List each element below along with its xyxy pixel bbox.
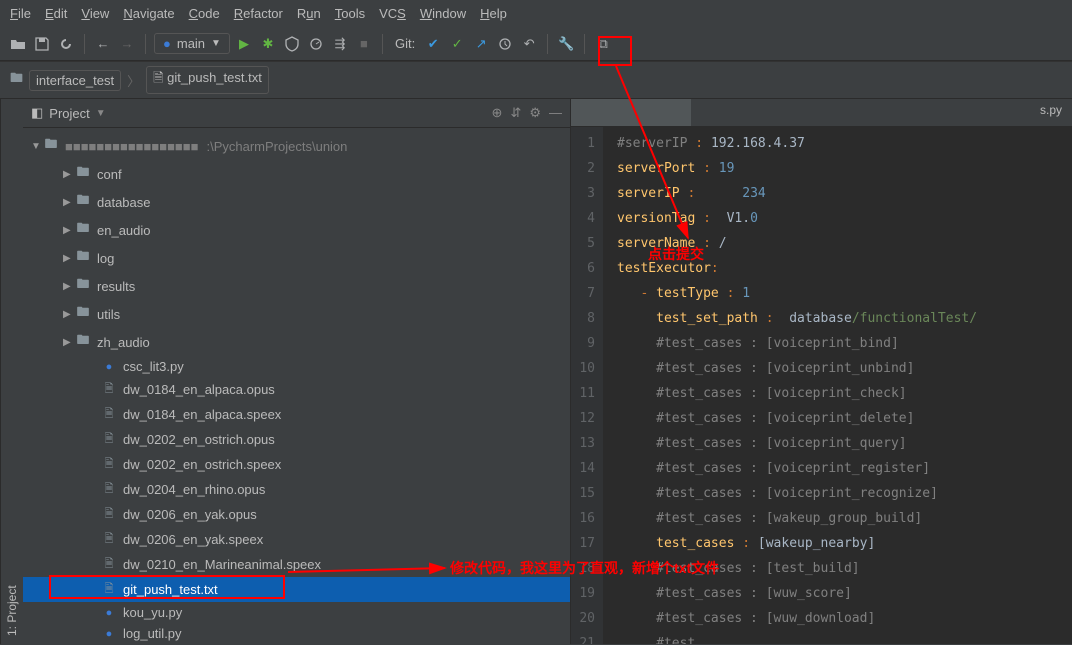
- annotation-box-commit: [598, 36, 632, 66]
- run-config-selector[interactable]: ● main ▼: [154, 33, 230, 54]
- back-icon[interactable]: ←: [93, 34, 113, 54]
- tree-folder[interactable]: ▶🖿utils: [23, 300, 570, 328]
- open-icon[interactable]: [8, 34, 28, 54]
- python-icon: ●: [101, 628, 117, 640]
- editor-tabs[interactable]: s.py: [571, 99, 1072, 127]
- breadcrumb: 🖿 interface_test 〉 🗎 git_push_test.txt: [0, 61, 1072, 99]
- tree-folder[interactable]: ▶🖿conf: [23, 160, 570, 188]
- tree-file[interactable]: 🗎dw_0204_en_rhino.opus: [23, 477, 570, 502]
- file-icon: 🗎: [101, 505, 117, 524]
- profile-icon[interactable]: [306, 34, 326, 54]
- chevron-down-icon: ▼: [211, 38, 221, 49]
- update-project-icon[interactable]: ✔: [423, 34, 443, 54]
- tree-file[interactable]: 🗎dw_0206_en_yak.speex: [23, 527, 570, 552]
- menu-window[interactable]: Window: [420, 6, 466, 21]
- sidebar-tab-project[interactable]: 1: Project: [0, 99, 23, 644]
- annotation-box-newfile: [49, 575, 285, 599]
- folder-icon: 🖿: [75, 275, 91, 297]
- stop-icon[interactable]: ■: [354, 34, 374, 54]
- menu-file[interactable]: File: [10, 6, 31, 21]
- menu-run[interactable]: Run: [297, 6, 321, 21]
- expand-icon[interactable]: ⇵: [510, 105, 521, 121]
- folder-icon: 🖿: [75, 191, 91, 213]
- folder-icon: 🖿: [75, 303, 91, 325]
- menu-tools[interactable]: Tools: [335, 6, 365, 21]
- tree-root[interactable]: ▼ 🖿 ■■■■■■■■■■■■■■■■■ :\PycharmProjects\…: [23, 132, 570, 160]
- python-icon: ●: [101, 361, 117, 373]
- folder-icon: 🖿: [10, 69, 23, 91]
- breadcrumb-file[interactable]: 🗎 git_push_test.txt: [146, 66, 269, 94]
- python-icon: ●: [101, 607, 117, 619]
- save-icon[interactable]: [32, 34, 52, 54]
- file-icon: 🗎: [101, 405, 117, 424]
- history-icon[interactable]: [495, 34, 515, 54]
- editor-tab[interactable]: [691, 99, 811, 126]
- refresh-icon[interactable]: [56, 34, 76, 54]
- folder-icon: 🖿: [75, 163, 91, 185]
- chevron-right-icon: 〉: [127, 71, 140, 90]
- menu-view[interactable]: View: [81, 6, 109, 21]
- run-icon[interactable]: ▶: [234, 34, 254, 54]
- file-icon: 🗎: [101, 455, 117, 474]
- push-icon[interactable]: ↗: [471, 34, 491, 54]
- gear-icon[interactable]: ⚙: [529, 105, 541, 121]
- tree-folder[interactable]: ▶🖿database: [23, 188, 570, 216]
- forward-icon[interactable]: →: [117, 34, 137, 54]
- settings-icon[interactable]: 🔧: [556, 34, 576, 54]
- folder-icon: 🖿: [75, 219, 91, 241]
- menu-refactor[interactable]: Refactor: [234, 6, 283, 21]
- file-icon: 🗎: [101, 530, 117, 549]
- menu-navigate[interactable]: Navigate: [123, 6, 174, 21]
- rollback-icon[interactable]: ↶: [519, 34, 539, 54]
- editor-tab[interactable]: s.py: [1030, 99, 1072, 126]
- tree-file[interactable]: 🗎dw_0184_en_alpaca.opus: [23, 377, 570, 402]
- menu-vcs[interactable]: VCS: [379, 6, 406, 21]
- file-icon: 🗎: [101, 555, 117, 574]
- tree-file[interactable]: 🗎dw_0202_en_ostrich.opus: [23, 427, 570, 452]
- chevron-down-icon[interactable]: ▼: [96, 108, 106, 119]
- tree-folder[interactable]: ▶🖿en_audio: [23, 216, 570, 244]
- folder-icon: 🖿: [43, 135, 59, 157]
- folder-icon: 🖿: [75, 247, 91, 269]
- annotation-text-commit: 点击提交: [648, 244, 704, 264]
- menu-bar: File Edit View Navigate Code Refactor Ru…: [0, 0, 1072, 27]
- python-icon: ●: [163, 36, 171, 51]
- concurrent-icon[interactable]: ⇶: [330, 34, 350, 54]
- toolbar: ← → ● main ▼ ▶ ✱ ⇶ ■ Git: ✔ ✓ ↗ ↶ 🔧 ⧉: [0, 27, 1072, 61]
- locate-icon[interactable]: ⊕: [492, 105, 503, 121]
- menu-edit[interactable]: Edit: [45, 6, 67, 21]
- file-icon: 🗎: [101, 480, 117, 499]
- panel-title: Project: [49, 106, 89, 121]
- git-label: Git:: [395, 36, 415, 51]
- tree-file[interactable]: ●kou_yu.py: [23, 602, 570, 623]
- tree-folder[interactable]: ▶🖿zh_audio: [23, 328, 570, 356]
- text-file-icon: 🗎: [153, 70, 163, 85]
- tree-file[interactable]: 🗎dw_0184_en_alpaca.speex: [23, 402, 570, 427]
- tree-file[interactable]: ●csc_lit3.py: [23, 356, 570, 377]
- tree-file[interactable]: 🗎dw_0206_en_yak.opus: [23, 502, 570, 527]
- tree-folder[interactable]: ▶🖿results: [23, 272, 570, 300]
- file-icon: 🗎: [101, 380, 117, 399]
- editor-tab[interactable]: [571, 99, 691, 126]
- breadcrumb-project[interactable]: interface_test: [29, 70, 121, 91]
- minimize-icon[interactable]: —: [549, 105, 562, 121]
- commit-icon[interactable]: ✓: [447, 34, 467, 54]
- coverage-icon[interactable]: [282, 34, 302, 54]
- tree-file[interactable]: ●log_util.py: [23, 623, 570, 644]
- menu-help[interactable]: Help: [480, 6, 507, 21]
- project-window-icon: ◧: [31, 105, 43, 121]
- folder-icon: 🖿: [75, 331, 91, 353]
- tree-file[interactable]: 🗎dw_0202_en_ostrich.speex: [23, 452, 570, 477]
- file-icon: 🗎: [101, 430, 117, 449]
- menu-code[interactable]: Code: [189, 6, 220, 21]
- debug-icon[interactable]: ✱: [258, 34, 278, 54]
- run-config-label: main: [177, 36, 205, 51]
- annotation-text-modify: 修改代码，我这里为了直观，新增个txt文件: [450, 558, 719, 578]
- tree-folder[interactable]: ▶🖿log: [23, 244, 570, 272]
